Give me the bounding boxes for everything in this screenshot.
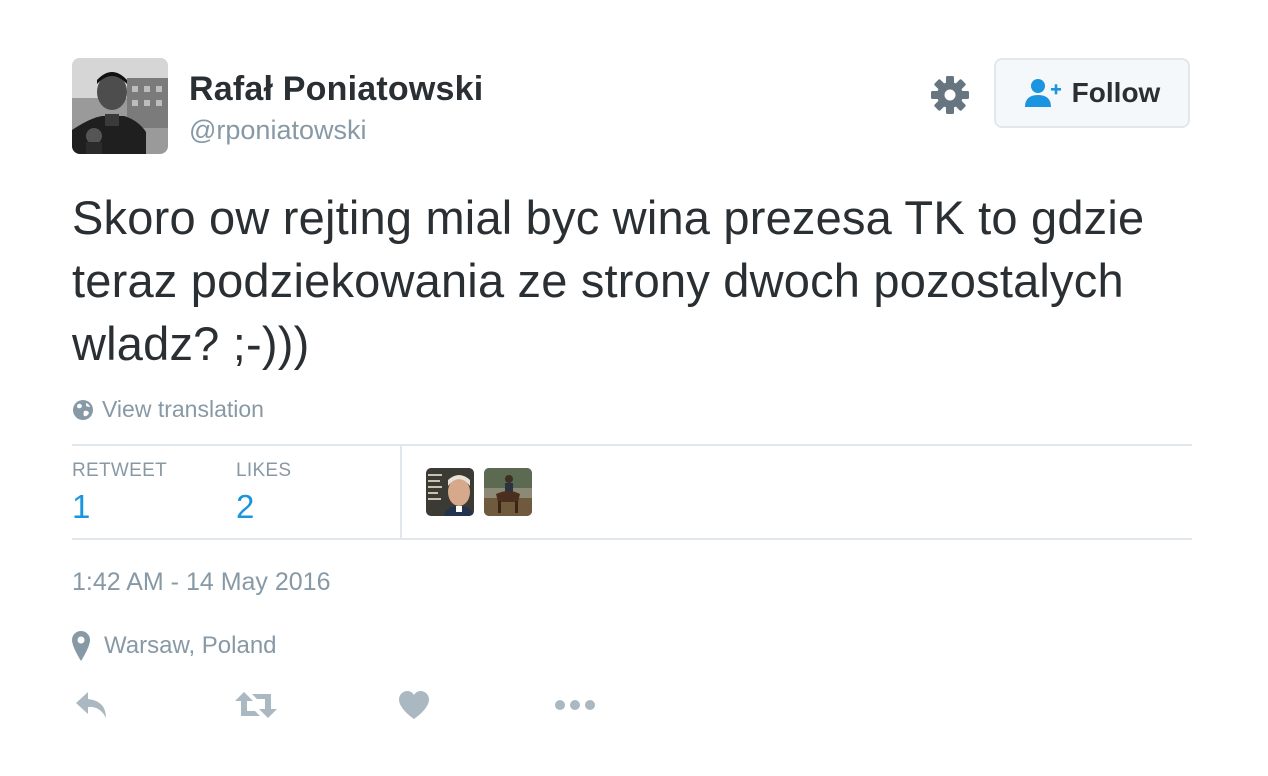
tweet-text: Skoro ow rejting mial byc wina prezesa T…	[72, 191, 1145, 370]
add-user-icon	[1024, 79, 1061, 107]
avatar-photo	[72, 58, 168, 154]
tweet-timestamp[interactable]: 1:42 AM - 14 May 2016	[72, 568, 330, 597]
author-avatar[interactable]	[72, 58, 168, 154]
like-icon[interactable]	[398, 688, 430, 722]
stats-top-divider	[72, 444, 1192, 446]
retweets-stat[interactable]: RETWEET 1	[72, 460, 167, 526]
gear-icon[interactable]	[930, 75, 970, 115]
stats-bottom-divider	[72, 538, 1192, 540]
likes-stat[interactable]: LIKES 2	[236, 460, 291, 526]
follow-button[interactable]: Follow	[994, 58, 1190, 128]
location-label: Warsaw, Poland	[104, 632, 277, 659]
likes-count: 2	[236, 488, 255, 525]
retweets-label: RETWEET	[72, 460, 167, 481]
map-pin-icon	[72, 631, 90, 661]
retweet-icon[interactable]	[234, 688, 278, 722]
author-handle[interactable]: @rponiatowski	[189, 115, 366, 146]
tweet-card: Rafał Poniatowski @rponiatowski Follow S…	[0, 0, 1268, 776]
likes-label: LIKES	[236, 460, 292, 481]
view-translation-link[interactable]: View translation	[72, 396, 264, 423]
author-fullname[interactable]: Rafał Poniatowski	[189, 70, 483, 109]
view-translation-label: View translation	[102, 396, 264, 422]
retweets-count: 1	[72, 488, 91, 525]
stats-vertical-divider	[400, 446, 402, 538]
tweet-location[interactable]: Warsaw, Poland	[72, 631, 277, 661]
more-icon[interactable]	[554, 688, 596, 722]
follow-button-label: Follow	[1071, 77, 1161, 108]
liker-avatar-2[interactable]	[484, 468, 532, 516]
globe-icon	[73, 399, 93, 420]
liker-avatar-1[interactable]	[426, 468, 474, 516]
reply-icon[interactable]	[74, 688, 110, 722]
